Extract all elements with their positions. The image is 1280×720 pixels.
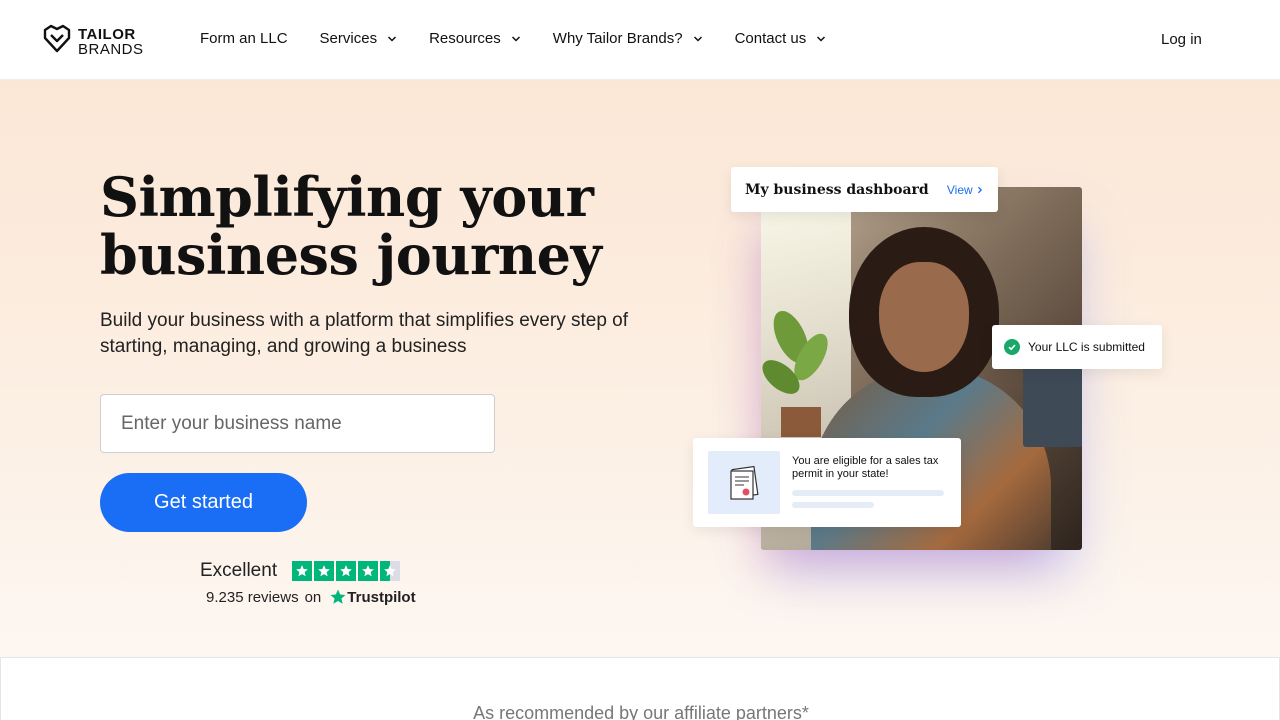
trustpilot-rating[interactable]: Excellent 9.235 reviews on Trustpilot — [200, 560, 420, 606]
star-icon — [336, 561, 357, 581]
hero-headline: Simplifying your business journey — [100, 168, 660, 284]
chevron-down-icon — [693, 35, 702, 42]
partners-section: As recommended by our affiliate partners… — [0, 657, 1280, 720]
placeholder-line — [792, 490, 944, 496]
nav-label: Resources — [429, 30, 501, 47]
dashboard-view-link[interactable]: View — [947, 183, 984, 197]
logo-line1: TAILOR — [78, 25, 136, 43]
headline-line2: business journey — [100, 223, 602, 287]
dashboard-title: My business dashboard — [745, 181, 929, 198]
nav-item-services[interactable]: Services — [320, 30, 398, 47]
tax-permit-card: You are eligible for a sales tax permit … — [693, 438, 961, 527]
brand-logo[interactable]: TAILOR BRANDS — [42, 24, 144, 59]
trustpilot-logo: Trustpilot — [329, 588, 416, 606]
monitor — [1023, 367, 1082, 447]
llc-status-text: Your LLC is submitted — [1028, 340, 1145, 354]
logo-line2: BRANDS — [78, 40, 144, 58]
site-header: TAILOR BRANDS Form an LLC Services Resou… — [0, 0, 1280, 80]
get-started-button[interactable]: Get started — [100, 473, 307, 532]
nav-label: Form an LLC — [200, 30, 288, 47]
nav-label: Services — [319, 30, 378, 47]
llc-status-card: Your LLC is submitted — [992, 325, 1162, 369]
reviews-count: 9.235 — [206, 588, 244, 606]
rating-stars — [292, 561, 401, 581]
headline-line1: Simplifying your — [100, 165, 594, 229]
placeholder-line — [792, 502, 874, 508]
person-face — [879, 262, 969, 372]
nav-item-resources[interactable]: Resources — [429, 30, 521, 47]
nav-label: Contact us — [734, 30, 807, 47]
logo-wordmark: TAILOR BRANDS — [78, 27, 144, 57]
star-icon — [314, 561, 335, 581]
star-icon — [358, 561, 379, 581]
on-label: on — [304, 588, 322, 606]
certificate-icon — [708, 451, 780, 514]
business-name-input[interactable] — [100, 394, 495, 453]
trustpilot-brand: Trustpilot — [347, 588, 416, 606]
hero-section: Simplifying your business journey Build … — [0, 80, 1280, 657]
dashboard-card: My business dashboard View — [731, 167, 998, 212]
login-link[interactable]: Log in — [1161, 31, 1202, 48]
view-label: View — [946, 182, 973, 197]
nav-item-why-tailor-brands[interactable]: Why Tailor Brands? — [553, 30, 703, 47]
tax-permit-text: You are eligible for a sales tax permit … — [792, 455, 939, 480]
chevron-down-icon — [511, 35, 520, 42]
chevron-right-icon — [977, 186, 983, 193]
partners-text: As recommended by our affiliate partners… — [473, 703, 809, 720]
half-star-icon — [380, 561, 401, 581]
nav-item-contact-us[interactable]: Contact us — [735, 30, 827, 47]
chevron-down-icon — [388, 35, 397, 42]
check-circle-icon — [1004, 339, 1020, 355]
nav-label: Why Tailor Brands? — [552, 30, 683, 47]
star-icon — [292, 561, 313, 581]
main-nav: Form an LLC Services Resources Why Tailo… — [200, 30, 858, 47]
rating-word: Excellent — [200, 560, 278, 581]
reviews-label: reviews — [247, 588, 299, 606]
logo-shield-icon — [42, 24, 72, 59]
trustpilot-star-icon — [330, 589, 346, 604]
plant-illustration — [762, 310, 828, 437]
chevron-down-icon — [817, 35, 826, 42]
nav-item-form-llc[interactable]: Form an LLC — [200, 30, 288, 47]
hero-subtitle: Build your business with a platform that… — [100, 310, 629, 357]
